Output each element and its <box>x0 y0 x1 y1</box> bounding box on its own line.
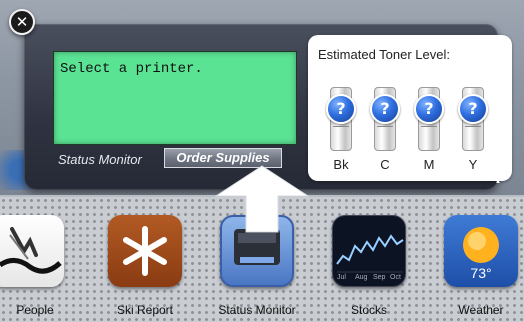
display-message: Select a printer. <box>60 61 203 77</box>
app-label-status-monitor: Status Monitor <box>218 303 296 317</box>
up-arrow-icon <box>214 165 310 233</box>
unknown-level-icon: ? <box>370 94 400 124</box>
info-icon[interactable]: i <box>496 172 501 187</box>
cartridge-label-yellow: Y <box>468 157 478 172</box>
weather-widget-icon[interactable]: 73° <box>444 215 518 287</box>
stocks-axis-jul: Jul <box>337 274 346 281</box>
printer-display-screen: Select a printer. <box>53 51 297 145</box>
toner-level-panel: Estimated Toner Level: ? Bk ? C ? M ? Y <box>308 35 512 181</box>
widget-title: Status Monitor <box>58 152 142 167</box>
cartridge-label-black: Bk <box>333 157 349 172</box>
stocks-axis-sep: Sep <box>373 274 386 281</box>
people-icon <box>0 227 62 274</box>
ski-report-widget-icon[interactable] <box>108 215 182 287</box>
stocks-widget-icon[interactable]: Jul Aug Sep Oct <box>332 215 406 287</box>
app-label-people: People <box>16 303 54 317</box>
app-label-weather: Weather <box>458 303 504 317</box>
unknown-level-icon: ? <box>414 94 444 124</box>
stocks-axis-aug: Aug <box>355 274 368 281</box>
cartridge-label-magenta: M <box>423 157 435 172</box>
weather-temperature: 73° <box>470 265 492 281</box>
snowflake-icon <box>123 226 167 276</box>
close-icon[interactable]: ✕ <box>9 9 35 35</box>
app-label-ski-report: Ski Report <box>116 303 174 317</box>
unknown-level-icon: ? <box>458 94 488 124</box>
unknown-level-icon: ? <box>326 94 356 124</box>
people-widget-icon[interactable] <box>0 215 64 287</box>
app-label-stocks: Stocks <box>350 303 387 317</box>
stocks-axis-oct: Oct <box>390 274 401 281</box>
cartridge-label-cyan: C <box>380 157 390 172</box>
toner-panel-title: Estimated Toner Level: <box>318 47 450 62</box>
